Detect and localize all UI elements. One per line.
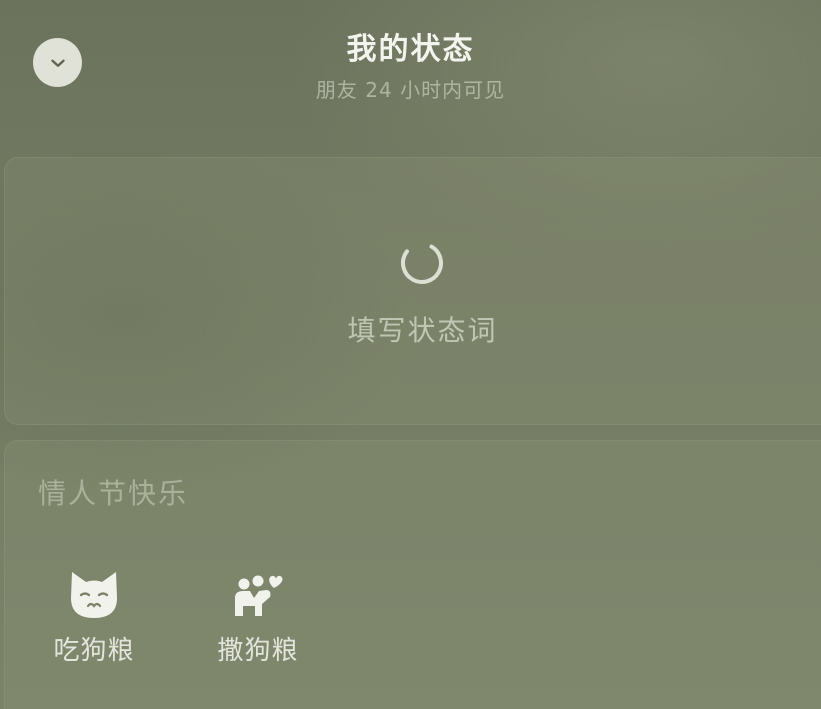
page-title: 我的状态 (346, 32, 475, 67)
hug-heart-icon (230, 568, 286, 622)
status-option-label: 吃狗粮 (53, 636, 135, 666)
status-header: 我的状态 朋友 24 小时内可见 (0, 0, 821, 140)
status-option-scatter-dog-food[interactable]: 撒狗粮 (198, 568, 318, 668)
status-option-eat-dog-food[interactable]: 吃狗粮 (34, 568, 154, 668)
status-option-label: 撒狗粮 (217, 636, 299, 666)
loading-spinner-icon (399, 240, 445, 286)
visibility-subtitle: 朋友 24 小时内可见 (315, 78, 506, 102)
preset-section-title: 情人节快乐 (38, 477, 189, 510)
cat-face-icon (66, 568, 122, 622)
status-word-input[interactable]: 填写状态词 (0, 309, 821, 349)
status-input-card[interactable] (4, 157, 821, 425)
